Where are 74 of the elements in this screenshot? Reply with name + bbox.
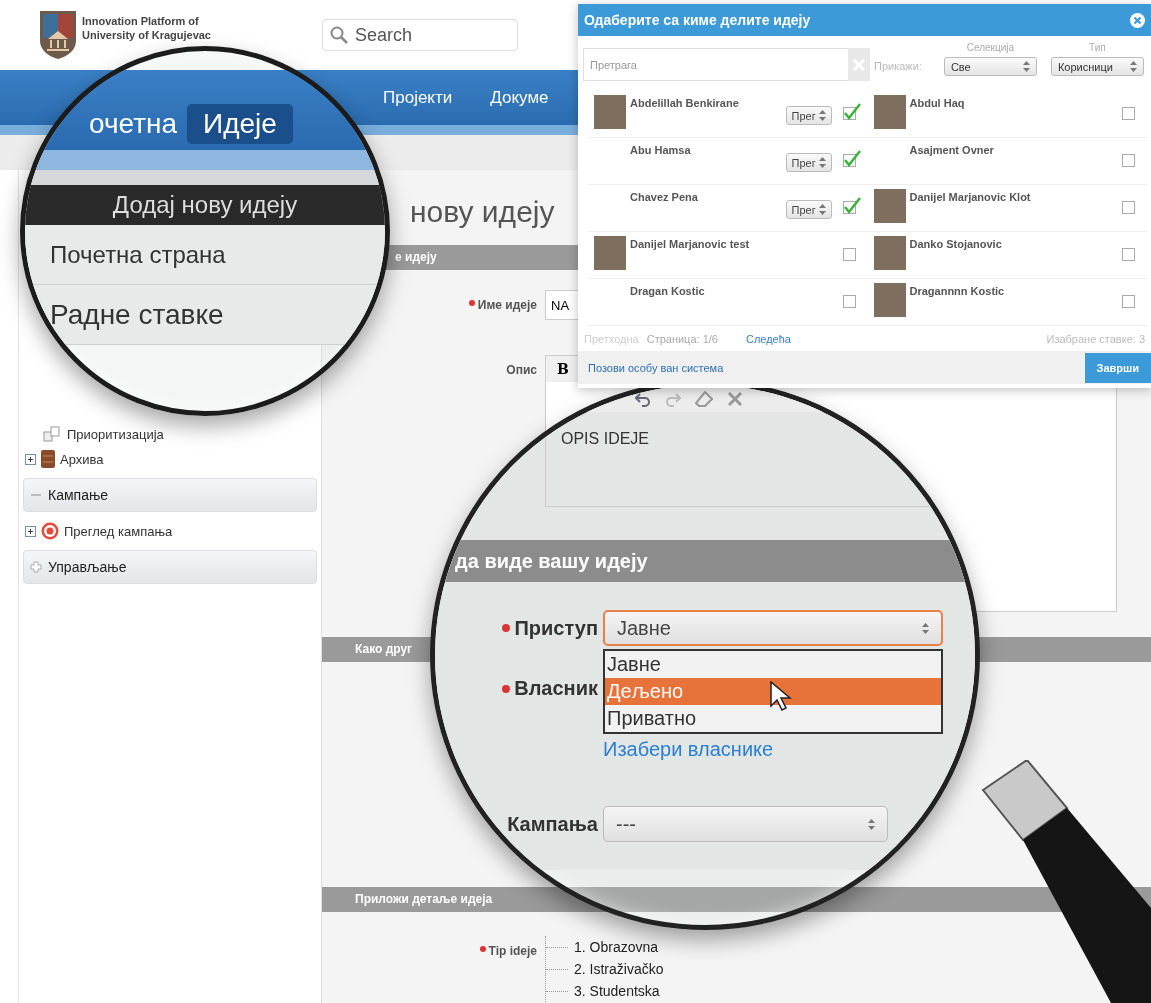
target-icon <box>41 522 59 540</box>
sidebar-group[interactable]: Управљање <box>23 550 317 584</box>
user-name: Abdelillah Benkirane <box>630 97 740 109</box>
checkbox[interactable] <box>841 103 862 121</box>
user-name: Asajment Ovner <box>909 144 995 156</box>
dropdown-option[interactable]: Приватно <box>605 705 941 732</box>
site-title: Innovation Platform of University of Kragujevac <box>82 14 212 42</box>
checkbox[interactable] <box>841 197 862 215</box>
field-label: Опис <box>506 363 537 377</box>
spinner-icon <box>818 204 826 215</box>
tree-item[interactable]: 1. Obrazovna <box>574 939 659 955</box>
role-select[interactable]: Прег <box>785 153 832 172</box>
user-name: Dragan Kostic <box>630 285 706 297</box>
access-select[interactable]: Јавне <box>603 610 943 646</box>
add-idea-button[interactable]: Додај нову идеју <box>25 185 385 225</box>
user-name: Abu Hamsa <box>630 144 692 156</box>
field-label: Приступ <box>514 616 598 640</box>
spinner-icon <box>818 110 826 121</box>
type-select[interactable]: Корисници <box>1050 57 1144 76</box>
logo-icon <box>40 11 76 59</box>
search-icon <box>330 26 348 44</box>
spinner-icon <box>818 157 826 168</box>
next-link[interactable]: Следећа <box>745 332 791 345</box>
plus-icon <box>30 561 42 573</box>
tree-item[interactable]: 2. Istraživačko <box>574 961 664 977</box>
page-heading: нову идеју <box>410 194 555 230</box>
selected-count: Изабране ставке: 3 <box>1046 332 1145 345</box>
close-icon[interactable] <box>727 390 743 407</box>
search-field[interactable]: Претрага <box>583 48 848 81</box>
role-select[interactable]: Прег <box>785 106 832 125</box>
campaign-select[interactable]: --- <box>603 806 888 842</box>
field-label: Власник <box>514 677 598 700</box>
nav-tab[interactable]: очетна <box>89 104 178 144</box>
ranking-icon <box>43 426 61 442</box>
checkbox[interactable] <box>841 150 862 168</box>
user-name: Danijel Marjanovic Klot <box>909 191 1032 203</box>
nav-tab[interactable]: Пројекти <box>383 87 453 108</box>
user-name: Abdul Haq <box>909 97 966 109</box>
spinner-icon <box>1022 61 1030 72</box>
expand-icon[interactable] <box>25 453 36 465</box>
selection-select[interactable]: Све <box>943 57 1037 76</box>
menu-item[interactable]: Почетна страна <box>25 225 385 285</box>
cabinet-icon <box>41 450 55 468</box>
expand-icon[interactable] <box>25 525 36 537</box>
user-name: Chavez Pena <box>630 191 699 203</box>
tree-item[interactable]: 3. Studentska <box>574 983 660 999</box>
filter-label: Прикажи: <box>874 60 922 72</box>
spinner-icon <box>922 622 929 634</box>
nav-tab[interactable]: Докуме <box>490 87 549 108</box>
redo-icon[interactable] <box>665 390 681 407</box>
field-label: Кампања <box>507 812 598 836</box>
editor-text: OPIS IDEJE <box>561 430 650 447</box>
search-field[interactable]: Search <box>322 19 518 51</box>
sidebar-group[interactable]: Кампање <box>23 478 317 512</box>
filter-label: Тип <box>1089 42 1106 53</box>
filter-label: Селекција <box>966 42 1015 53</box>
page-indicator: Страница: 1/6 <box>646 332 718 345</box>
nav-tab[interactable]: Идеје <box>187 104 293 144</box>
sidebar-item[interactable]: Приоритизација <box>67 426 164 442</box>
sidebar-item[interactable]: Преглед кампања <box>64 523 173 539</box>
field-label: Tip ideje <box>488 944 537 958</box>
invite-link[interactable]: Позови особу ван система <box>588 361 724 374</box>
role-select[interactable]: Прег <box>785 200 832 219</box>
dialog-title: Одаберите са киме делите идеју <box>584 12 811 28</box>
user-name: Dragannnn Kostic <box>909 285 1006 297</box>
spinner-icon <box>1129 61 1137 72</box>
editor-box[interactable]: OPIS IDEJE <box>545 412 975 507</box>
bold-button[interactable]: B <box>554 361 572 377</box>
eraser-icon[interactable] <box>695 390 713 407</box>
spinner-icon <box>868 818 875 830</box>
cursor-icon <box>770 681 792 711</box>
close-icon[interactable] <box>1130 12 1145 28</box>
sidebar-item[interactable]: Архива <box>60 451 104 467</box>
field-label: Име идеје <box>477 298 537 312</box>
